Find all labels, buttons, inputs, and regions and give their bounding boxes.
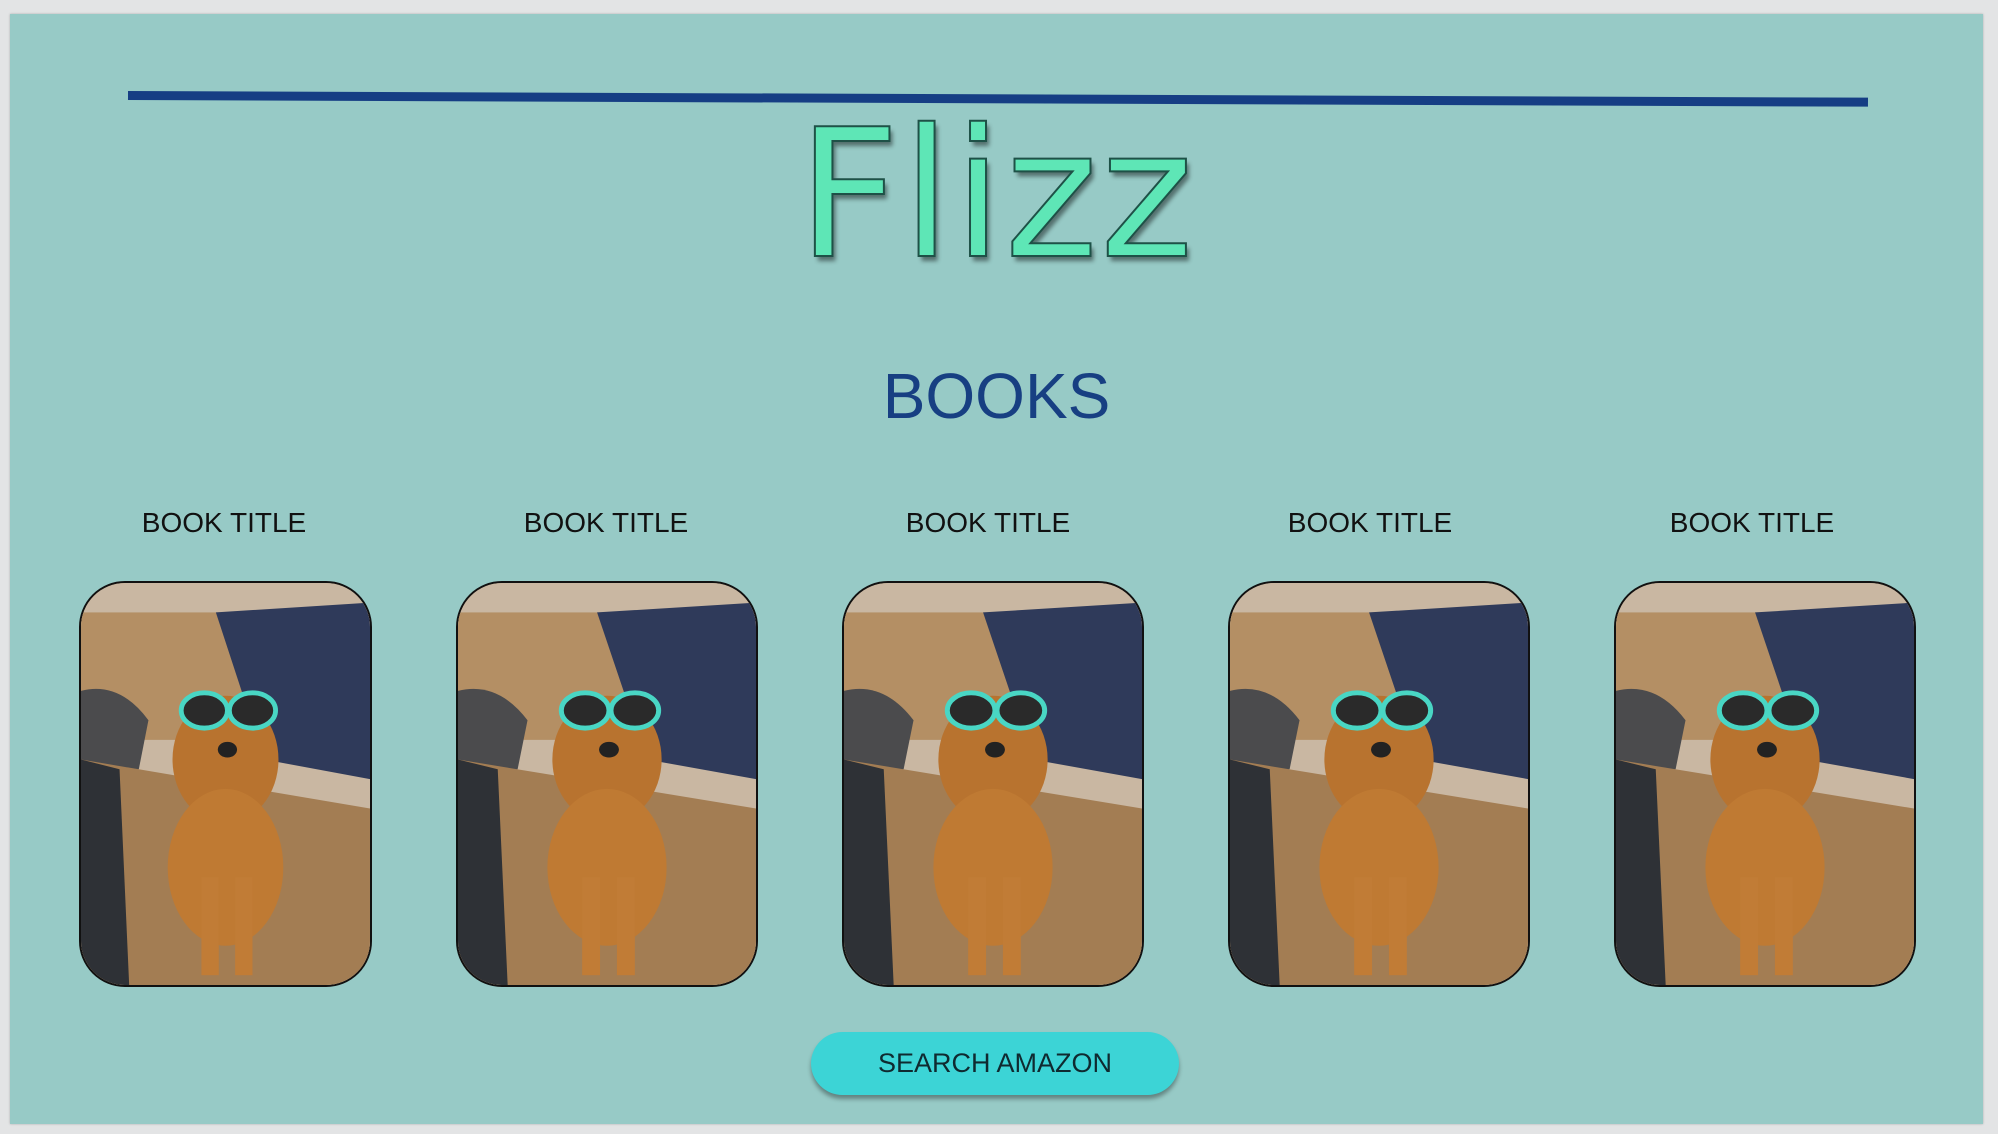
page-title: BOOKS <box>882 360 1111 432</box>
book-cover-image[interactable] <box>1228 581 1530 987</box>
dog-photo-icon <box>458 583 756 985</box>
book-card[interactable]: BOOK TITLE <box>1220 507 1530 987</box>
book-cover-image[interactable] <box>842 581 1144 987</box>
dog-photo-icon <box>1230 583 1528 985</box>
book-cover-image[interactable] <box>1614 581 1916 987</box>
page-canvas: Flizz BOOKS BOOK TITLE BOOK TITLE BOOK T… <box>10 14 1983 1124</box>
book-title: BOOK TITLE <box>1287 507 1453 538</box>
dog-photo-icon <box>844 583 1142 985</box>
book-card[interactable]: BOOK TITLE <box>1602 507 1916 987</box>
logo: Flizz <box>796 91 1196 298</box>
search-amazon-button[interactable]: SEARCH AMAZON <box>811 1032 1179 1095</box>
dog-photo-icon <box>1616 583 1914 985</box>
book-card[interactable]: BOOK TITLE <box>74 507 374 987</box>
book-title: BOOK TITLE <box>523 507 689 538</box>
book-card[interactable]: BOOK TITLE <box>838 507 1144 987</box>
book-title: BOOK TITLE <box>905 507 1071 538</box>
book-title: BOOK TITLE <box>141 507 307 538</box>
book-cover-image[interactable] <box>456 581 758 987</box>
book-cover-image[interactable] <box>79 581 372 987</box>
book-card[interactable]: BOOK TITLE <box>456 507 758 987</box>
dog-photo-icon <box>81 583 370 985</box>
book-title: BOOK TITLE <box>1669 507 1835 538</box>
